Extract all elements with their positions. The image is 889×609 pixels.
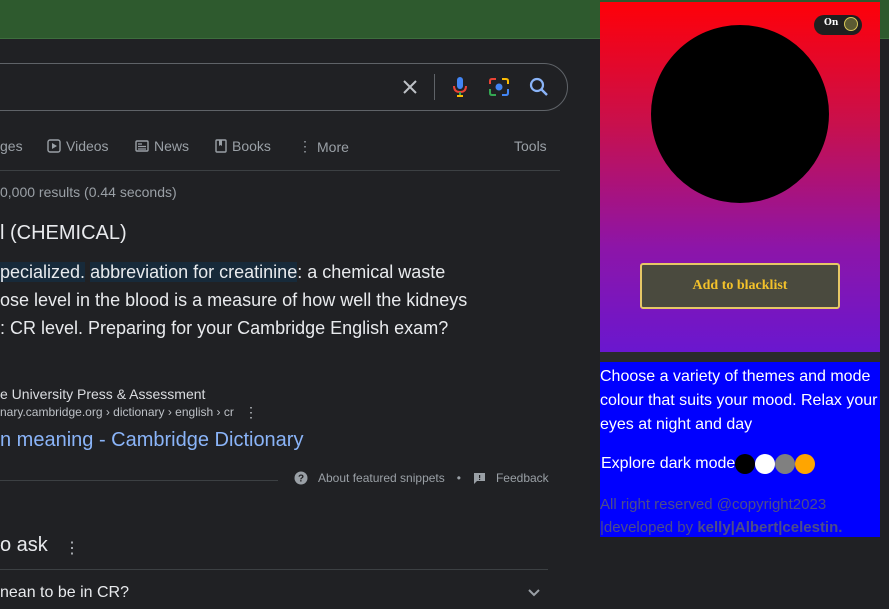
tab-books[interactable]: Books [215,138,271,154]
svg-text:?: ? [298,474,304,485]
about-snippets-link[interactable]: About featured snippets [318,471,445,485]
tab-images-label: ges [0,138,23,154]
camera-lens-icon[interactable] [487,64,511,110]
theme-description: Choose a variety of themes and mode colo… [600,368,878,433]
source-url: nary.cambridge.org › dictionary › englis… [0,405,234,419]
theme-dot-gray[interactable] [775,454,796,474]
tab-tools[interactable]: Tools [514,138,547,154]
tab-tools-label: Tools [514,138,547,154]
tabs-divider [0,170,560,171]
theme-dot-white[interactable] [755,454,776,474]
tab-videos-label: Videos [66,138,109,154]
tab-more[interactable]: ⋮ More [298,138,349,155]
copyright-text: All right reserved @copyright2023 [600,496,827,513]
snippet-highlight-2: abbreviation for creatinine [90,262,298,282]
popup-divider-strip [600,352,880,362]
search-box[interactable] [0,63,568,111]
tab-books-label: Books [232,138,271,154]
people-also-ask-title: o ask [0,534,48,556]
tab-news-label: News [154,138,190,154]
tab-videos[interactable]: Videos [47,138,109,154]
source-name: e University Press & Assessment [0,386,206,402]
tab-news[interactable]: News [135,138,189,154]
play-icon [47,139,61,153]
popup-info-panel: Choose a variety of themes and mode colo… [600,362,880,537]
theme-dot-black[interactable] [735,454,756,474]
paa-divider [0,569,548,570]
microphone-icon[interactable] [448,64,472,110]
feedback-link[interactable]: Feedback [496,471,549,485]
snippet-footer: ? About featured snippets • Feedback [294,471,549,485]
developer-names: kelly|Albert|celestin. [697,519,843,536]
result-stats: 0,000 results (0.44 seconds) [0,184,177,200]
toggle-label: On [824,18,839,28]
extension-popup: On Add to blacklist Choose a variety of … [600,2,880,537]
search-icon[interactable] [527,64,551,110]
paa-question[interactable]: nean to be in CR? [0,584,129,602]
tab-images[interactable]: ges [0,138,23,154]
feedback-icon [473,472,485,484]
help-icon: ? [294,471,308,485]
add-to-blacklist-button[interactable]: Add to blacklist [640,263,840,309]
snippet-text-2: ose level in the blood is a measure of h… [0,290,468,310]
featured-heading: l (CHEMICAL) [0,222,127,244]
search-divider [434,74,435,100]
theme-preview-circle [651,25,829,203]
explore-dark-mode-label: Explore dark mode [601,455,736,472]
newspaper-icon [135,140,149,152]
close-icon[interactable] [398,64,422,110]
chevron-down-icon[interactable] [526,585,542,606]
on-off-toggle[interactable]: On [814,15,862,35]
dark-mode-row: Explore dark mode [601,454,816,474]
more-dots-icon: ⋮ [298,138,312,154]
footer-bullet: • [456,471,461,485]
featured-snippet: pecialized. abbreviation for creatinine:… [0,258,560,342]
developed-by-text: |developed by [600,519,698,536]
toggle-knob [844,17,858,31]
snippet-separator [0,480,278,481]
search-tabs: ges Videos News Books ⋮ More Tools [0,130,560,166]
popup-gradient-panel: On Add to blacklist [600,2,880,352]
snippet-text-3: : CR level. Preparing for your Cambridge… [0,318,449,338]
paa-menu-icon[interactable]: ⋮ [64,538,80,558]
source-menu-icon[interactable]: ⋮ [244,404,258,421]
result-link[interactable]: n meaning - Cambridge Dictionary [0,429,303,452]
snippet-highlight-1: pecialized. [0,262,86,282]
tab-more-label: More [317,138,349,155]
book-icon [215,139,227,153]
copyright-notice: All right reserved @copyright2023 |devel… [600,493,880,539]
snippet-text-1: : a chemical waste [297,262,446,282]
theme-dot-orange[interactable] [795,454,816,474]
